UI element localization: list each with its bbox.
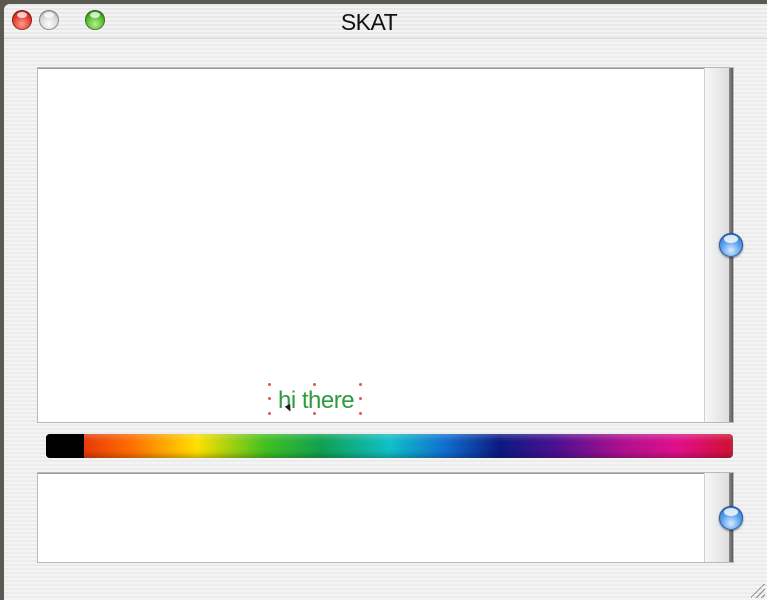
title-bar[interactable]: SKAT [4, 4, 767, 39]
color-spectrum-bar[interactable] [46, 434, 733, 458]
top-slider-knob[interactable] [719, 233, 743, 257]
app-window: SKAT hi there [4, 4, 767, 600]
selection-handle[interactable] [268, 397, 271, 400]
main-canvas[interactable]: hi there [37, 67, 743, 423]
secondary-canvas[interactable] [37, 472, 743, 563]
selected-color-swatch[interactable] [46, 434, 84, 458]
selection-handle[interactable] [268, 412, 271, 415]
bottom-vertical-slider[interactable] [704, 473, 743, 562]
selection-handle[interactable] [268, 383, 271, 386]
bottom-slider-knob[interactable] [719, 505, 743, 530]
selection-handle[interactable] [359, 397, 362, 400]
selection-handle[interactable] [313, 383, 316, 386]
selection-handle[interactable] [359, 383, 362, 386]
resize-grip-icon[interactable] [751, 584, 765, 598]
text-item-selection[interactable]: hi there [268, 383, 362, 415]
selection-handle[interactable] [359, 412, 362, 415]
window-title: SKAT [340, 9, 398, 35]
top-vertical-slider[interactable] [704, 68, 743, 422]
